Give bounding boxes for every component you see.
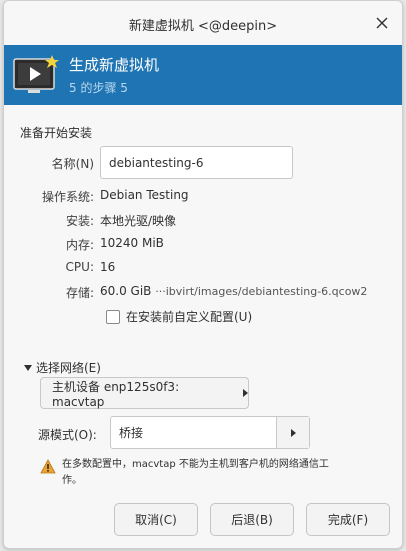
customize-checkbox-label: 在安装前自定义配置(U) xyxy=(126,310,253,324)
dropdown-arrow-icon xyxy=(243,389,248,397)
monitor-play-icon xyxy=(13,55,59,93)
close-button[interactable] xyxy=(372,13,392,33)
close-icon xyxy=(376,17,388,29)
macvtap-warning: 在多数配置中，macvtap 不能为主机到客户机的网络通信工作。 xyxy=(40,457,330,489)
memory-label: 内存: xyxy=(65,238,94,252)
warning-icon xyxy=(40,459,56,474)
banner-title: 生成新虚拟机 xyxy=(69,56,160,74)
warning-text: 在多数配置中，macvtap 不能为主机到客户机的网络通信工作。 xyxy=(62,459,329,486)
window-title: 新建虚拟机 <@deepin> xyxy=(128,19,278,34)
customize-checkbox-row[interactable]: 在安装前自定义配置(U) xyxy=(106,308,252,325)
step-banner: 生成新虚拟机 5 的步骤 5 xyxy=(4,45,402,105)
source-mode-value: 桥接 xyxy=(119,426,144,440)
network-expander-label: 选择网络(E) xyxy=(36,361,101,375)
memory-value: 10240 MiB xyxy=(100,236,164,250)
name-label: 名称(N) xyxy=(51,157,94,171)
name-input[interactable]: debiantesting-6 xyxy=(100,146,293,179)
cancel-button[interactable]: 取消(C) xyxy=(114,503,198,536)
source-mode-combo[interactable]: 桥接 xyxy=(110,416,310,449)
finish-button[interactable]: 完成(F) xyxy=(306,503,390,536)
new-vm-dialog: 新建虚拟机 <@deepin> 生成新虚拟机 5 的步骤 5 准备开始安装 名称… xyxy=(3,0,403,549)
storage-size: 60.0 GiB xyxy=(100,284,152,298)
cpu-value: 16 xyxy=(100,260,116,274)
storage-value: 60.0 GiB ···ibvirt/images/debiantesting-… xyxy=(100,284,367,298)
host-device-dropdown[interactable]: 主机设备 enp125s0f3: macvtap xyxy=(40,377,249,409)
cpu-label: CPU: xyxy=(65,260,94,274)
customize-checkbox[interactable] xyxy=(106,309,120,324)
titlebar: 新建虚拟机 <@deepin> xyxy=(4,1,402,45)
source-mode-label: 源模式(O): xyxy=(38,428,97,442)
step-indicator: 5 的步骤 5 xyxy=(69,81,128,95)
storage-path: ···ibvirt/images/debiantesting-6.qcow2 xyxy=(155,285,368,298)
storage-label: 存储: xyxy=(65,286,94,300)
source-mode-arrow-button[interactable] xyxy=(276,417,309,448)
combo-arrow-icon xyxy=(290,428,296,437)
install-label: 安装: xyxy=(65,214,94,228)
network-expander[interactable]: 选择网络(E) xyxy=(24,359,101,376)
install-value: 本地光驱/映像 xyxy=(100,214,177,228)
section-heading: 准备开始安装 xyxy=(20,126,93,140)
name-input-value: debiantesting-6 xyxy=(109,155,204,170)
back-button[interactable]: 后退(B) xyxy=(210,503,294,536)
os-label: 操作系统: xyxy=(41,190,94,204)
expander-arrow-icon xyxy=(24,364,32,371)
host-device-value: 主机设备 enp125s0f3: macvtap xyxy=(52,379,180,409)
os-value: Debian Testing xyxy=(100,188,189,202)
